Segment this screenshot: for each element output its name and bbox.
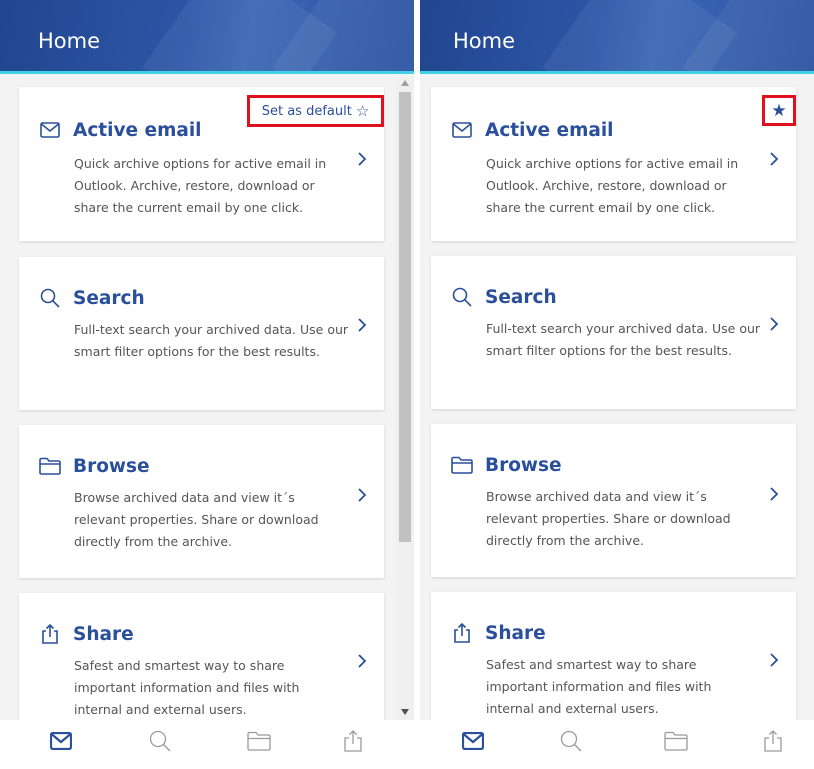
nav-browse-button[interactable]	[244, 728, 274, 758]
screenshot-comparison: Home Set as default ☆ Active email Quick…	[0, 0, 814, 769]
page-title: Home	[453, 29, 516, 53]
share-icon	[451, 622, 473, 644]
header: Home	[0, 0, 414, 74]
card-title: Share	[485, 622, 546, 644]
scroll-up-arrow-icon[interactable]	[401, 80, 409, 86]
card-browse[interactable]: Browse Browse archived data and view it´…	[431, 424, 796, 577]
star-filled-icon: ★	[771, 100, 787, 120]
nav-search-button[interactable]	[556, 728, 586, 758]
page-title: Home	[38, 29, 101, 53]
envelope-icon	[451, 119, 473, 141]
card-description: Quick archive options for active email i…	[74, 156, 327, 215]
chevron-right-icon[interactable]	[766, 652, 782, 668]
card-title: Search	[73, 287, 145, 309]
nav-active-email-button[interactable]	[458, 728, 488, 758]
default-star-button[interactable]: ★	[762, 95, 796, 126]
search-icon	[560, 730, 582, 757]
search-icon	[149, 730, 171, 757]
bottom-nav	[420, 720, 814, 769]
bottom-nav	[0, 720, 414, 769]
chevron-right-icon[interactable]	[354, 317, 370, 333]
card-share[interactable]: Share Safest and smartest way to share i…	[431, 592, 796, 720]
folder-icon	[451, 454, 473, 476]
card-title: Search	[485, 286, 557, 308]
card-description: Browse archived data and view it´s relev…	[486, 489, 731, 548]
card-list: ★ Active email Quick archive options for…	[420, 77, 814, 720]
chevron-right-icon[interactable]	[354, 653, 370, 669]
envelope-icon	[461, 731, 485, 755]
search-icon	[451, 286, 473, 308]
card-title: Share	[73, 623, 134, 645]
card-list: Set as default ☆ Active email Quick arch…	[0, 77, 414, 720]
card-description: Full-text search your archived data. Use…	[486, 321, 761, 358]
nav-share-button[interactable]	[758, 728, 788, 758]
card-description: Safest and smartest way to share importa…	[486, 657, 712, 716]
card-share[interactable]: Share Safest and smartest way to share i…	[19, 593, 384, 720]
share-icon	[762, 729, 784, 758]
chevron-right-icon[interactable]	[766, 316, 782, 332]
folder-icon	[39, 455, 61, 477]
scrollbar-thumb[interactable]	[399, 92, 411, 542]
card-browse[interactable]: Browse Browse archived data and view it´…	[19, 425, 384, 578]
scroll-down-arrow-icon[interactable]	[401, 709, 409, 715]
share-icon	[39, 623, 61, 645]
folder-icon	[664, 731, 688, 756]
card-description: Safest and smartest way to share importa…	[74, 658, 300, 717]
card-search[interactable]: Search Full-text search your archived da…	[19, 257, 384, 410]
share-icon	[342, 729, 364, 758]
set-as-default-label: Set as default	[261, 103, 352, 119]
card-search[interactable]: Search Full-text search your archived da…	[431, 256, 796, 409]
home-screen-after: Home ★ Active email Quick archive option…	[420, 0, 814, 769]
envelope-icon	[39, 119, 61, 141]
folder-icon	[247, 731, 271, 756]
star-outline-icon: ☆	[355, 102, 370, 120]
card-active-email[interactable]: ★ Active email Quick archive options for…	[431, 87, 796, 241]
chevron-right-icon[interactable]	[354, 151, 370, 167]
card-title: Active email	[485, 119, 614, 141]
nav-browse-button[interactable]	[661, 728, 691, 758]
card-title: Active email	[73, 119, 202, 141]
chevron-right-icon[interactable]	[766, 151, 782, 167]
card-active-email[interactable]: Set as default ☆ Active email Quick arch…	[19, 87, 384, 241]
card-description: Full-text search your archived data. Use…	[74, 322, 349, 359]
chevron-right-icon[interactable]	[766, 486, 782, 502]
chevron-right-icon[interactable]	[354, 487, 370, 503]
header: Home	[420, 0, 814, 74]
nav-search-button[interactable]	[145, 728, 175, 758]
search-icon	[39, 287, 61, 309]
nav-active-email-button[interactable]	[46, 728, 76, 758]
card-description: Browse archived data and view it´s relev…	[74, 490, 319, 549]
card-title: Browse	[485, 454, 562, 476]
set-as-default-button[interactable]: Set as default ☆	[247, 95, 384, 127]
card-title: Browse	[73, 455, 150, 477]
card-description: Quick archive options for active email i…	[486, 156, 739, 215]
envelope-icon	[49, 731, 73, 755]
scrollbar[interactable]	[396, 77, 414, 720]
home-screen-before: Home Set as default ☆ Active email Quick…	[0, 0, 414, 769]
nav-share-button[interactable]	[338, 728, 368, 758]
